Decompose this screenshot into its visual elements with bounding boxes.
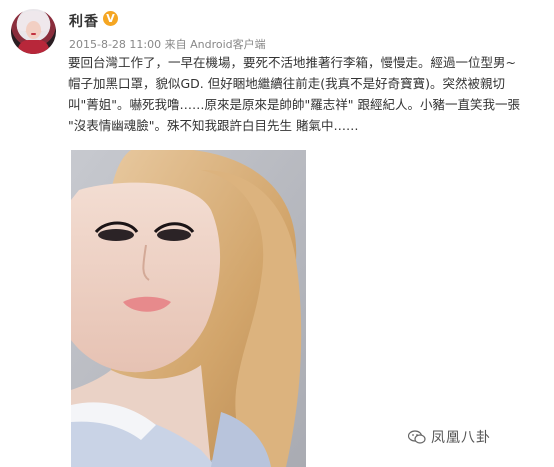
post-source-prefix: 来自 <box>164 38 187 51</box>
avatar-dress <box>18 40 49 54</box>
verified-badge-icon: V <box>103 11 118 26</box>
avatar-face <box>26 21 41 39</box>
author-avatar[interactable] <box>11 9 56 54</box>
wechat-icon <box>408 430 426 444</box>
post-photo[interactable] <box>71 150 306 467</box>
post-meta: 2015-8-28 11:00 来自 Android客户端 <box>69 36 266 52</box>
post-source[interactable]: Android客户端 <box>190 36 266 52</box>
post-line-2: 帽子加黑口罩，貌似GD. 但好睏地繼續往前走(我真不是好奇寶寶)。突然被親切 <box>68 76 506 91</box>
post-content: 要回台灣工作了，一早在機場，要死不活地推著行李箱，慢慢走。經過一位型男~ 帽子加… <box>68 52 544 136</box>
author-name[interactable]: 利香 <box>69 11 99 31</box>
avatar-lips <box>31 33 36 35</box>
watermark-text: 凤凰八卦 <box>431 430 491 446</box>
post-line-4: "沒表情幽魂臉"。殊不知我跟許白目先生 賭氣中…… <box>68 118 359 133</box>
post-date[interactable]: 2015-8-28 11:00 <box>69 38 161 51</box>
post-line-1: 要回台灣工作了，一早在機場，要死不活地推著行李箱，慢慢走。經過一位型男~ <box>68 55 516 70</box>
post-line-3: 叫"菁姐"。嚇死我噜……原來是原來是帥帥"羅志祥" 跟經紀人。小豬一直笑我一張 <box>68 97 520 112</box>
photo-illustration <box>71 150 306 467</box>
